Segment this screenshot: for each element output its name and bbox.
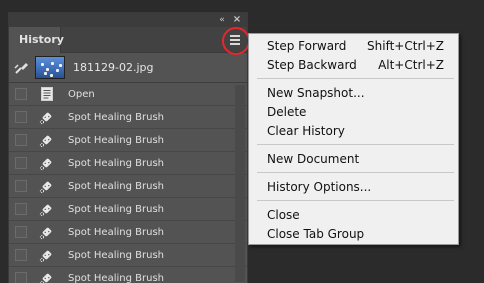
panel-topbar: « × [9, 13, 247, 27]
history-state-label: Open [68, 89, 95, 100]
source-checkbox[interactable] [15, 272, 27, 283]
spot-healing-brush-icon [39, 132, 55, 148]
source-checkbox[interactable] [15, 203, 27, 215]
menu-item-label: Clear History [267, 124, 345, 138]
history-states-list: Open Spot Healing Brush Spot Healing Bru… [9, 83, 247, 283]
history-state-row[interactable]: Spot Healing Brush [9, 106, 247, 129]
spot-healing-brush-icon [39, 109, 55, 125]
source-checkbox[interactable] [15, 226, 27, 238]
menu-item-new-snapshot[interactable]: New Snapshot... [249, 84, 458, 103]
close-icon[interactable]: × [231, 13, 243, 27]
menu-item-close-tab-group[interactable]: Close Tab Group [249, 225, 458, 244]
menu-item-label: Close Tab Group [267, 227, 365, 241]
tabbar: History [9, 27, 247, 53]
history-state-label: Spot Healing Brush [68, 204, 164, 215]
spot-healing-brush-icon [39, 224, 55, 240]
menu-item-step-forward[interactable]: Step Forward Shift+Ctrl+Z [249, 37, 458, 56]
history-state-row[interactable]: Open [9, 83, 247, 106]
menu-item-history-options[interactable]: History Options... [249, 178, 458, 197]
source-checkbox[interactable] [15, 180, 27, 192]
source-checkbox[interactable] [15, 111, 27, 123]
menu-item-shortcut: Shift+Ctrl+Z [367, 39, 444, 53]
menu-separator [257, 78, 454, 79]
history-panel-menu: Step Forward Shift+Ctrl+Z Step Backward … [248, 33, 459, 245]
menu-item-label: Delete [267, 105, 307, 119]
snapshot-row[interactable]: 181129-02.jpg [9, 53, 247, 83]
source-checkbox[interactable] [15, 157, 27, 169]
menu-separator [257, 200, 454, 201]
history-brush-icon[interactable] [14, 61, 30, 75]
history-state-row[interactable]: Spot Healing Brush [9, 175, 247, 198]
snapshot-label: 181129-02.jpg [73, 61, 154, 74]
menu-item-delete[interactable]: Delete [249, 103, 458, 122]
menu-item-label: History Options... [267, 180, 372, 194]
document-icon [39, 86, 55, 102]
menu-item-label: Step Backward [267, 58, 357, 72]
menu-item-new-document[interactable]: New Document [249, 150, 458, 169]
spot-healing-brush-icon [39, 201, 55, 217]
highlight-ring [222, 27, 250, 55]
source-checkbox[interactable] [15, 249, 27, 261]
spot-healing-brush-icon [39, 155, 55, 171]
history-state-row[interactable]: Spot Healing Brush [9, 152, 247, 175]
history-state-label: Spot Healing Brush [68, 250, 164, 261]
menu-item-label: Step Forward [267, 39, 347, 53]
source-checkbox[interactable] [15, 134, 27, 146]
history-brush-icon-svg [14, 63, 28, 74]
history-panel: « × History 181129-02.jpg Open Spot Heal… [8, 12, 248, 283]
scrollbar[interactable] [235, 85, 245, 282]
history-state-label: Spot Healing Brush [68, 227, 164, 238]
history-state-label: Spot Healing Brush [68, 158, 164, 169]
menu-item-close[interactable]: Close [249, 206, 458, 225]
menu-item-clear-history[interactable]: Clear History [249, 122, 458, 141]
menu-item-label: Close [267, 208, 300, 222]
history-state-label: Spot Healing Brush [68, 181, 164, 192]
menu-separator [257, 144, 454, 145]
snapshot-thumbnail [35, 56, 65, 79]
history-state-label: Spot Healing Brush [68, 273, 164, 283]
tab-history[interactable]: History [9, 27, 64, 53]
history-state-row[interactable]: Spot Healing Brush [9, 221, 247, 244]
history-state-label: Spot Healing Brush [68, 112, 164, 123]
menu-item-label: New Snapshot... [267, 86, 365, 100]
source-checkbox[interactable] [15, 88, 27, 100]
menu-item-label: New Document [267, 152, 360, 166]
history-state-row[interactable]: Spot Healing Brush [9, 129, 247, 152]
collapse-icon[interactable]: « [215, 13, 227, 27]
history-state-row[interactable]: Spot Healing Brush [9, 198, 247, 221]
spot-healing-brush-icon [39, 270, 55, 283]
spot-healing-brush-icon [39, 178, 55, 194]
spot-healing-brush-icon [39, 247, 55, 263]
menu-item-step-backward[interactable]: Step Backward Alt+Ctrl+Z [249, 56, 458, 75]
history-state-row[interactable]: Spot Healing Brush [9, 244, 247, 267]
menu-item-shortcut: Alt+Ctrl+Z [378, 58, 444, 72]
app-root: « × History 181129-02.jpg Open Spot Heal… [0, 0, 484, 283]
menu-separator [257, 172, 454, 173]
history-state-label: Spot Healing Brush [68, 135, 164, 146]
history-state-row[interactable]: Spot Healing Brush [9, 267, 247, 283]
